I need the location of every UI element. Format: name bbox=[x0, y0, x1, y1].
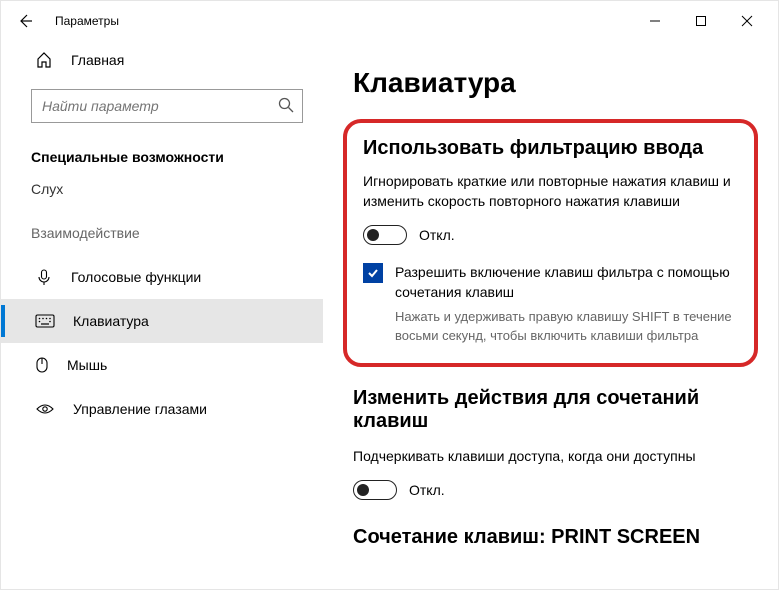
microphone-icon bbox=[35, 268, 53, 286]
subcategory-hearing[interactable]: Слух bbox=[1, 173, 323, 203]
back-button[interactable] bbox=[9, 5, 41, 37]
minimize-button[interactable] bbox=[632, 5, 678, 37]
filter-toggle[interactable] bbox=[363, 225, 407, 245]
keyboard-icon bbox=[35, 314, 55, 328]
sidebar-item-label: Управление глазами bbox=[73, 401, 207, 417]
home-label: Главная bbox=[71, 52, 124, 68]
shortcut-heading: Изменить действия для сочетаний клавиш bbox=[353, 387, 748, 433]
maximize-button[interactable] bbox=[678, 5, 724, 37]
shortcut-toggle[interactable] bbox=[353, 480, 397, 500]
printscreen-heading: Сочетание клавиш: PRINT SCREEN bbox=[353, 526, 758, 549]
mouse-icon bbox=[35, 356, 49, 374]
close-button[interactable] bbox=[724, 5, 770, 37]
shortcut-section: Изменить действия для сочетаний клавиш П… bbox=[353, 387, 748, 501]
category-header: Специальные возможности bbox=[1, 141, 323, 173]
shortcut-toggle-label: Откл. bbox=[409, 482, 445, 498]
shortcut-description: Подчеркивать клавиши доступа, когда они … bbox=[353, 447, 748, 467]
search-icon bbox=[277, 96, 295, 114]
window-title: Параметры bbox=[55, 14, 119, 28]
page-title: Клавиатура bbox=[353, 67, 758, 99]
home-link[interactable]: Главная bbox=[1, 41, 323, 79]
sidebar-item-label: Клавиатура bbox=[73, 313, 149, 329]
sidebar-item-eye-control[interactable]: Управление глазами bbox=[1, 387, 323, 431]
filter-description: Игнорировать краткие или повторные нажат… bbox=[363, 172, 738, 211]
home-icon bbox=[35, 51, 53, 69]
sidebar-item-speech[interactable]: Голосовые функции bbox=[1, 255, 323, 299]
filter-shortcut-checkbox[interactable] bbox=[363, 263, 383, 283]
sidebar-item-label: Голосовые функции bbox=[71, 269, 201, 285]
filter-checkbox-label: Разрешить включение клавиш фильтра с пом… bbox=[395, 263, 738, 302]
sidebar-item-mouse[interactable]: Мышь bbox=[1, 343, 323, 387]
section-label: Взаимодействие bbox=[1, 203, 323, 245]
filter-keys-section: Использовать фильтрацию ввода Игнорирова… bbox=[343, 119, 758, 367]
eye-icon bbox=[35, 402, 55, 416]
search-input[interactable] bbox=[31, 89, 303, 123]
sidebar-item-keyboard[interactable]: Клавиатура bbox=[1, 299, 323, 343]
filter-checkbox-hint: Нажать и удерживать правую клавишу SHIFT… bbox=[395, 308, 738, 344]
content-area: Клавиатура Использовать фильтрацию ввода… bbox=[323, 41, 778, 589]
sidebar: Главная Специальные возможности Слух Вза… bbox=[1, 41, 323, 589]
filter-heading: Использовать фильтрацию ввода bbox=[363, 137, 738, 160]
filter-toggle-label: Откл. bbox=[419, 227, 455, 243]
sidebar-item-label: Мышь bbox=[67, 357, 107, 373]
printscreen-section: Сочетание клавиш: PRINT SCREEN bbox=[353, 526, 758, 549]
